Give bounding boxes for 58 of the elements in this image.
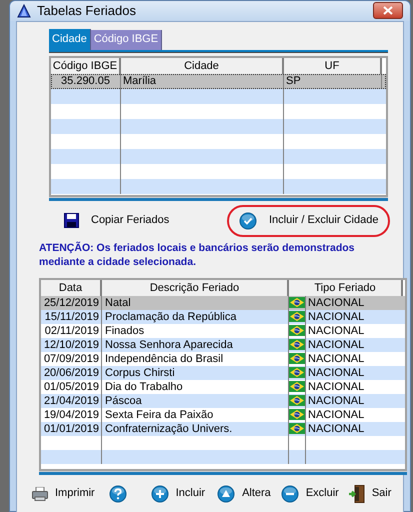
flag-icon xyxy=(289,367,305,378)
close-icon xyxy=(383,6,393,16)
flag-icon xyxy=(289,395,305,406)
flag-icon xyxy=(289,325,305,336)
table-row[interactable]: 01/05/2019 Dia do Trabalho NACIONAL xyxy=(41,380,405,394)
table-cell-text: NACIONAL xyxy=(307,422,366,436)
tab[interactable]: Cidade xyxy=(49,28,91,50)
table-cell-text: NACIONAL xyxy=(307,408,366,422)
table-row[interactable]: 35.290.05 Marília SP xyxy=(51,74,386,88)
table-cell-text: NACIONAL xyxy=(307,380,366,394)
copy-holidays-button[interactable]: Copiar Feriados xyxy=(52,204,182,236)
column-header: Tipo Feriado xyxy=(289,280,403,296)
flag-icon xyxy=(289,381,305,392)
flag-icon xyxy=(289,409,305,420)
door-icon xyxy=(348,484,365,502)
help-icon xyxy=(108,484,127,502)
plus-icon xyxy=(150,484,169,502)
flag-icon xyxy=(289,297,305,308)
close-button[interactable] xyxy=(373,2,403,20)
toolbar-button[interactable]: Imprimir xyxy=(31,485,96,502)
table-row[interactable]: 15/11/2019 Proclamação da República NACIONAL xyxy=(41,310,405,324)
table-row[interactable]: 07/09/2019 Independência do Brasil NACIONAL xyxy=(41,352,405,366)
check-icon xyxy=(239,212,257,230)
minus-icon xyxy=(280,484,299,502)
table-row[interactable]: 01/01/2019 Confraternização Univers. NACIONAL xyxy=(41,422,405,436)
column-header: UF xyxy=(284,58,382,74)
attention-notice: ATENÇÃO: Os feriados locais e bancários serão demonstrados mediante a cidade selecionada. xyxy=(38,240,356,268)
table-cell-text: NACIONAL xyxy=(307,310,366,324)
help-button[interactable] xyxy=(108,484,128,502)
include-exclude-city-button[interactable]: Incluir / Excluir Cidade xyxy=(227,204,390,236)
flag-icon xyxy=(289,311,305,322)
toolbar-button[interactable]: Incluir xyxy=(150,484,206,502)
triangle-icon xyxy=(17,4,31,18)
flag-icon xyxy=(289,423,305,434)
column-header: Data xyxy=(41,280,102,296)
table-cell-text: NACIONAL xyxy=(307,338,366,352)
table-row[interactable]: 02/11/2019 Finados NACIONAL xyxy=(41,324,405,338)
table-row[interactable]: 25/12/2019 Natal NACIONAL xyxy=(41,296,405,310)
toolbar-button[interactable]: Sair xyxy=(348,484,392,502)
table-row[interactable]: 20/06/2019 Corpus Chirsti NACIONAL xyxy=(41,366,405,380)
printer-icon xyxy=(32,486,48,500)
toolbar-button[interactable]: Altera xyxy=(216,484,272,502)
flag-icon xyxy=(289,339,305,350)
table-cell-text: NACIONAL xyxy=(307,324,366,338)
table-row[interactable]: 12/10/2019 Nossa Senhora Aparecida NACIONAL xyxy=(41,338,405,352)
toolbar-button[interactable]: Excluir xyxy=(280,484,340,502)
table-cell-text: NACIONAL xyxy=(307,366,366,380)
column-header: Cidade xyxy=(121,58,284,74)
column-header: Código IBGE xyxy=(51,58,121,74)
table-cell-text: NACIONAL xyxy=(307,352,366,366)
flag-icon xyxy=(289,353,305,364)
triangle-up-icon xyxy=(217,484,236,502)
table-cell-text: NACIONAL xyxy=(307,394,366,408)
column-header: Descrição Feriado xyxy=(102,280,289,296)
table-row[interactable]: 21/04/2019 Páscoa NACIONAL xyxy=(41,394,405,408)
table-row[interactable]: 19/04/2019 Sexta Feira da Paixão NACIONAL xyxy=(41,408,405,422)
window-title: Tabelas Feriados xyxy=(37,2,137,20)
table-cell-text: NACIONAL xyxy=(307,296,366,310)
